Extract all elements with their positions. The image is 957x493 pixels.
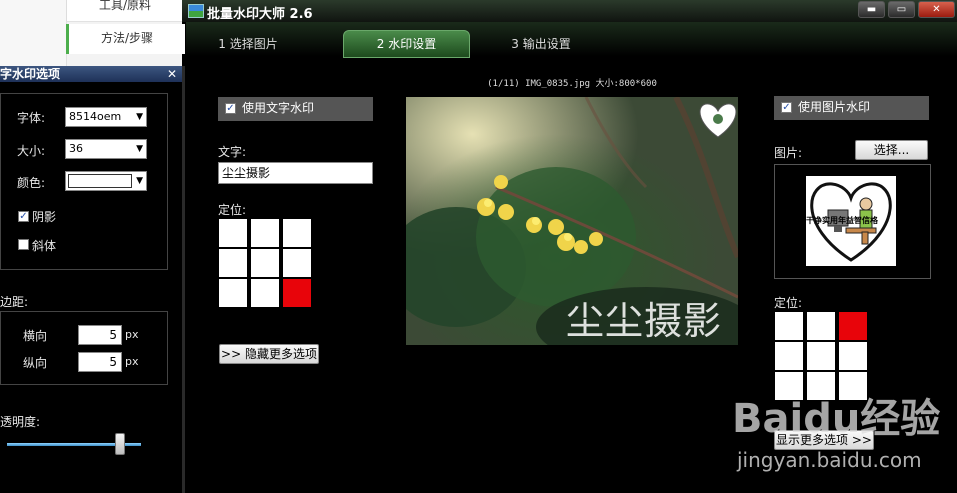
picture-preview: 干净实用年益智信格 <box>806 176 896 266</box>
close-icon[interactable]: ✕ <box>165 67 179 81</box>
web-tab-tools[interactable]: 工具/原料 <box>66 0 183 22</box>
color-select[interactable]: ▼ <box>65 171 147 191</box>
opacity-slider-thumb[interactable] <box>114 433 125 455</box>
position-cell-6[interactable] <box>219 279 247 307</box>
position-cell-8[interactable] <box>283 279 311 307</box>
size-label: 大小: <box>17 144 46 158</box>
image-info: (1/11) IMG_0835.jpg 大小:800*600 <box>487 79 657 89</box>
app-icon <box>188 4 204 18</box>
position-cell-4[interactable] <box>807 342 835 370</box>
italic-label: 斜体 <box>32 239 57 253</box>
opacity-label: 透明度: <box>0 415 41 429</box>
horizontal-unit: px <box>125 328 139 341</box>
position-cell-1[interactable] <box>251 219 279 247</box>
color-swatch <box>68 174 132 188</box>
shadow-checkbox[interactable]: ✓ <box>18 211 29 222</box>
italic-checkbox[interactable] <box>18 239 29 250</box>
position-cell-4[interactable] <box>251 249 279 277</box>
size-select[interactable]: 36 ▼ <box>65 139 147 159</box>
web-tab-steps[interactable]: 方法/步骤 <box>66 24 185 54</box>
web-page-margin <box>0 0 67 66</box>
text-position-label: 定位: <box>218 203 247 217</box>
tab-select-images[interactable]: 1 选择图片 <box>188 32 308 56</box>
app-title: 批量水印大师 2.6 <box>207 7 313 22</box>
shadow-label: 阴影 <box>32 210 57 224</box>
font-label: 字体: <box>17 111 46 125</box>
watermark-text-input[interactable]: 尘尘摄影 <box>218 162 373 184</box>
hide-options-button[interactable]: >> 隐藏更多选项 <box>219 344 319 364</box>
horizontal-label: 横向 <box>23 329 48 343</box>
horizontal-margin-input[interactable]: 5 <box>78 325 122 345</box>
picture-label: 图片: <box>774 146 803 160</box>
font-select[interactable]: 8514oem ▼ <box>65 107 147 127</box>
vertical-label: 纵向 <box>23 356 48 370</box>
minimize-button[interactable]: ▬ <box>858 1 885 18</box>
position-cell-5[interactable] <box>839 342 867 370</box>
position-cell-7[interactable] <box>251 279 279 307</box>
image-position-label: 定位: <box>774 296 803 310</box>
site-url-watermark: jingyan.baidu.com <box>737 448 922 472</box>
close-button[interactable]: ✕ <box>918 1 955 18</box>
font-select-value: 8514oem <box>69 110 122 123</box>
chevron-down-icon: ▼ <box>136 144 143 154</box>
position-cell-2[interactable] <box>283 219 311 247</box>
position-cell-5[interactable] <box>283 249 311 277</box>
text-watermark-checkbox[interactable]: ✓ <box>225 103 236 114</box>
tab-output-settings[interactable]: 3 输出设置 <box>481 32 601 56</box>
position-cell-1[interactable] <box>807 312 835 340</box>
position-cell-2[interactable] <box>839 312 867 340</box>
text-options-title: 字水印选项 <box>0 67 61 81</box>
margin-label: 边距: <box>0 295 29 309</box>
preview-watermark-text: 尘尘摄影 <box>566 299 723 343</box>
image-watermark-checkbox[interactable]: ✓ <box>781 102 792 113</box>
position-cell-3[interactable] <box>219 249 247 277</box>
text-watermark-label: 使用文字水印 <box>242 101 315 115</box>
choose-picture-button[interactable]: 选择... <box>855 140 928 160</box>
color-label: 颜色: <box>17 176 46 190</box>
chevron-down-icon: ▼ <box>136 112 143 122</box>
margin-group <box>0 311 168 385</box>
size-select-value: 36 <box>69 142 83 155</box>
position-cell-0[interactable] <box>219 219 247 247</box>
position-cell-3[interactable] <box>775 342 803 370</box>
text-watermark-header: ✓ 使用文字水印 <box>218 97 373 121</box>
picture-text: 干净实用年益智信格 <box>806 216 878 225</box>
vertical-unit: px <box>125 355 139 368</box>
image-watermark-label: 使用图片水印 <box>798 100 871 114</box>
text-position-grid <box>219 219 311 307</box>
vertical-margin-input[interactable]: 5 <box>78 352 122 372</box>
image-watermark-header: ✓ 使用图片水印 <box>774 96 929 120</box>
tab-watermark-settings[interactable]: 2 水印设置 <box>343 30 470 58</box>
maximize-button[interactable]: ▭ <box>888 1 915 18</box>
site-logo-watermark: Baidu经验 <box>732 396 941 442</box>
position-cell-0[interactable] <box>775 312 803 340</box>
text-options-title-bar: 字水印选项 <box>0 66 182 82</box>
text-label: 文字: <box>218 145 247 159</box>
chevron-down-icon: ▼ <box>136 176 143 186</box>
